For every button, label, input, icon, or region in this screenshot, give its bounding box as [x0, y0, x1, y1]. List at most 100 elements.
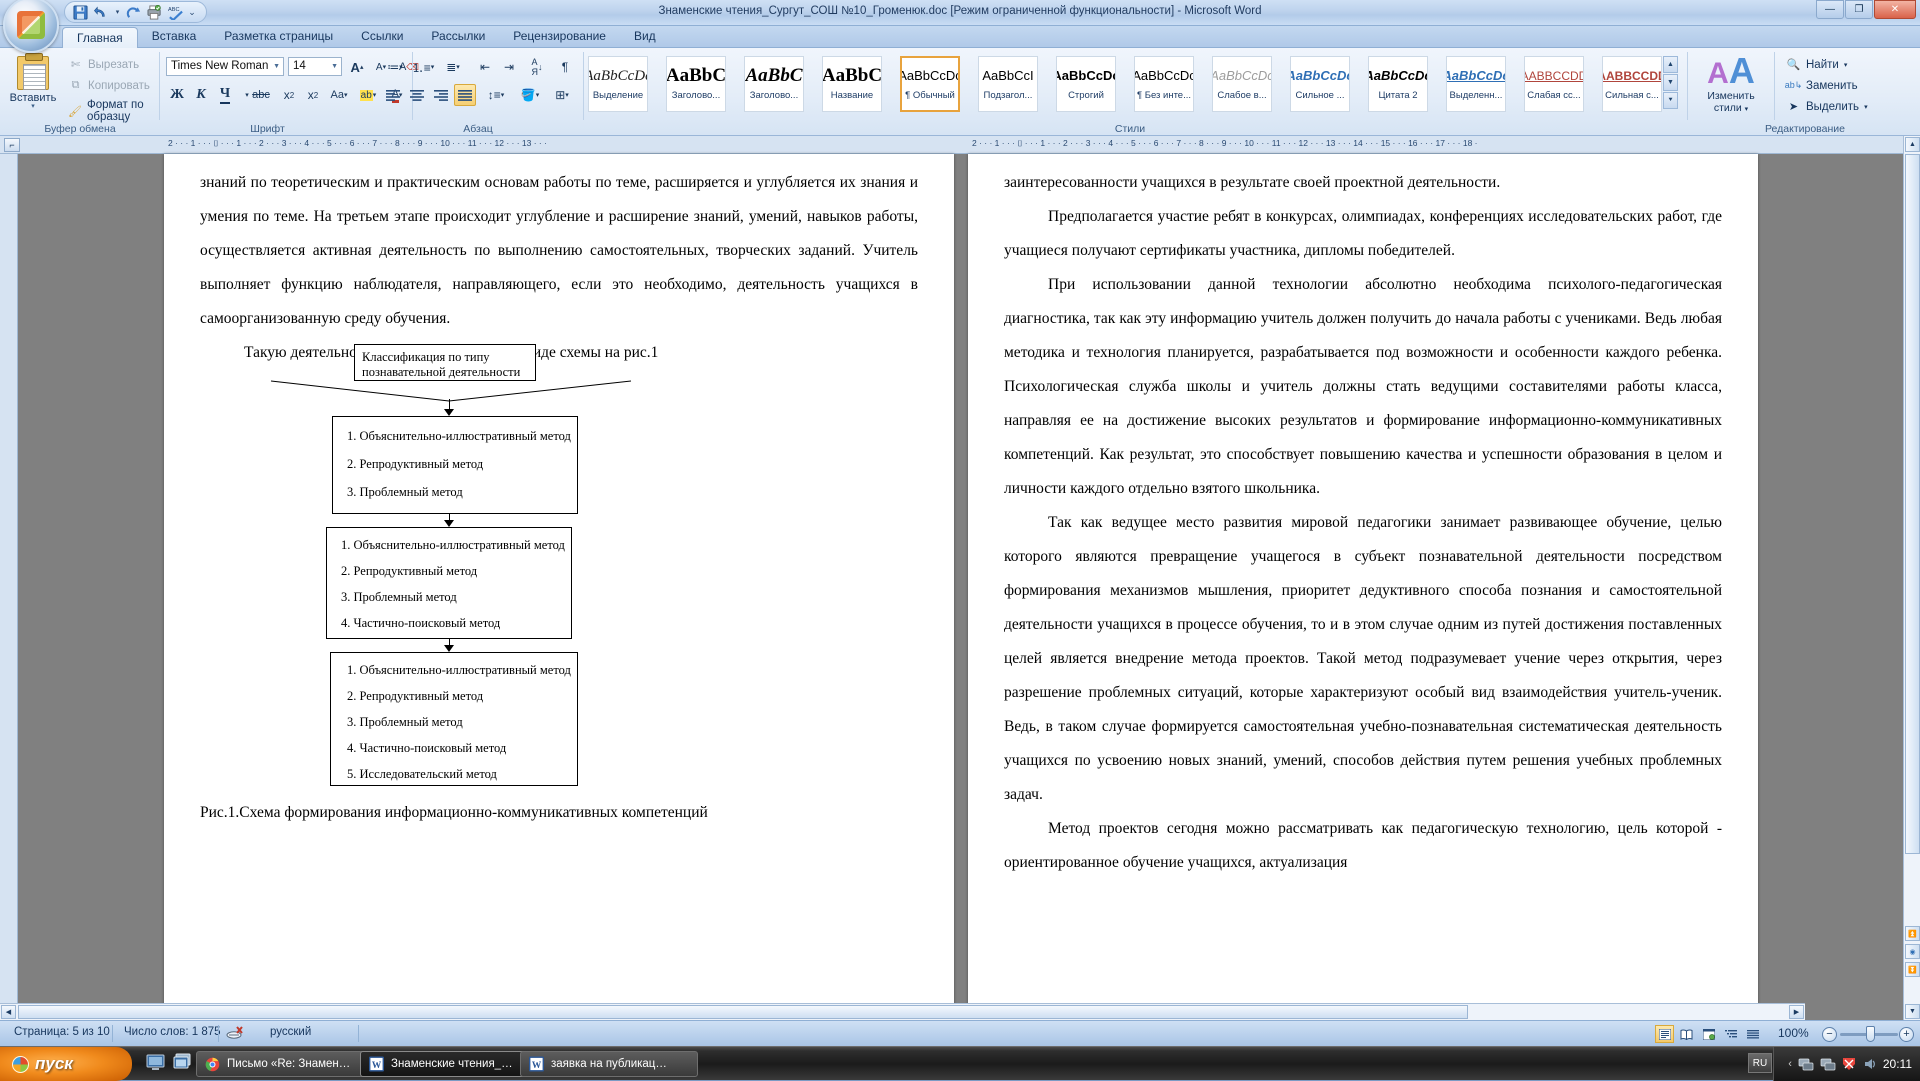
gallery-scroll-up-icon[interactable]: ▲ — [1663, 56, 1678, 73]
paste-button[interactable]: Вставить ▾ — [6, 54, 60, 120]
style-gallery-item-4[interactable]: AaBbCcDc¶ Обычный — [900, 56, 960, 112]
font-size-input[interactable]: 14 ▼ — [288, 57, 342, 76]
bold-button[interactable]: Ж — [166, 84, 188, 106]
change-styles-button[interactable]: AA Изменить стили ▾ — [1698, 56, 1764, 118]
taskbar-button-word-active[interactable]: W Знаменские чтения_… — [360, 1051, 542, 1077]
chevron-down-icon[interactable]: ▾ — [1844, 61, 1848, 69]
tab-home[interactable]: Главная — [62, 27, 138, 48]
horizontal-scroll-thumb[interactable] — [18, 1005, 1468, 1019]
style-gallery-item-3[interactable]: AaBbCНазвание — [822, 56, 882, 112]
justify-button[interactable] — [454, 84, 476, 106]
align-center-button[interactable] — [406, 84, 428, 106]
restore-button[interactable]: ❐ — [1845, 0, 1873, 19]
web-layout-view-button[interactable] — [1699, 1025, 1718, 1043]
vertical-scroll-thumb[interactable] — [1905, 154, 1920, 854]
clock[interactable]: 20:11 — [1883, 1057, 1912, 1071]
taskbar-button-mail[interactable]: Письмо «Re: Знамен… — [196, 1051, 376, 1077]
font-name-input[interactable]: Times New Roman ▼ — [166, 57, 284, 76]
chevron-down-icon[interactable]: ▾ — [1864, 103, 1868, 111]
gallery-more-icon[interactable]: ⯆ — [1663, 92, 1678, 109]
format-painter-button[interactable]: 🖌 Формат по образцу — [68, 99, 160, 123]
style-gallery-item-8[interactable]: AaBbCcDcСлабое в... — [1212, 56, 1272, 112]
proofing-errors-icon[interactable] — [226, 1026, 244, 1043]
word-count-status[interactable]: Число слов: 1 875 — [124, 1026, 221, 1038]
scroll-right-icon[interactable]: ▶ — [1789, 1005, 1804, 1019]
replace-button[interactable]: ab↳ Заменить — [1786, 78, 1858, 93]
full-screen-reading-view-button[interactable] — [1677, 1025, 1696, 1043]
chevron-down-icon[interactable]: ▼ — [331, 63, 338, 70]
chevron-down-icon[interactable]: ▾ — [1745, 106, 1749, 113]
scroll-down-icon[interactable]: ▼ — [1905, 1004, 1920, 1019]
undo-icon[interactable] — [92, 3, 111, 22]
vertical-scrollbar[interactable]: ▲ ⏫ ◉ ⏬ ▼ — [1903, 136, 1920, 1020]
bullets-button[interactable]: ≔▾ — [382, 56, 408, 78]
grow-font-button[interactable]: A▴ — [346, 56, 368, 78]
language-status[interactable]: русский — [270, 1026, 311, 1038]
tray-expand-icon[interactable]: ‹ — [1788, 1058, 1792, 1070]
print-preview-icon[interactable] — [145, 3, 164, 22]
style-gallery-item-6[interactable]: AaBbCcDcСтрогий — [1056, 56, 1116, 112]
text-highlight-button[interactable]: ab▾ — [356, 84, 380, 106]
tab-review[interactable]: Рецензирование — [499, 26, 620, 48]
tab-page-layout[interactable]: Разметка страницы — [210, 26, 347, 48]
page-number-status[interactable]: Страница: 5 из 10 — [14, 1026, 110, 1038]
redo-icon[interactable] — [124, 3, 143, 22]
scroll-left-icon[interactable]: ◀ — [1, 1005, 16, 1019]
start-button[interactable]: пуск — [0, 1047, 132, 1081]
spelling-check-icon[interactable]: ABC — [166, 3, 185, 22]
select-button[interactable]: ➤ Выделить ▾ — [1786, 99, 1868, 114]
style-gallery-item-10[interactable]: AaBbCcDcЦитата 2 — [1368, 56, 1428, 112]
customize-qat-icon[interactable]: ⌄ — [187, 3, 197, 22]
tab-mailings[interactable]: Рассылки — [417, 26, 499, 48]
change-case-button[interactable]: Aa▾ — [326, 84, 352, 106]
style-gallery-item-2[interactable]: AaBbCЗаголово... — [744, 56, 804, 112]
cut-button[interactable]: ✄ Вырезать — [68, 57, 139, 72]
zoom-level-label[interactable]: 100% — [1778, 1026, 1809, 1040]
style-gallery-item-0[interactable]: AaBbCcDcВыделение — [588, 56, 648, 112]
vertical-ruler[interactable] — [0, 154, 18, 1020]
horizontal-scrollbar[interactable]: ◀ ▶ — [0, 1003, 1805, 1020]
zoom-in-button[interactable]: + — [1899, 1027, 1914, 1042]
italic-button[interactable]: К — [190, 84, 212, 106]
decrease-indent-button[interactable]: ⇤ — [474, 56, 496, 78]
language-bar[interactable]: RU — [1748, 1053, 1772, 1073]
minimize-button[interactable]: — — [1816, 0, 1844, 19]
style-gallery-item-13[interactable]: AABBCCDDСильная с... — [1602, 56, 1662, 112]
style-gallery-item-5[interactable]: AaBbCcIПодзагол... — [978, 56, 1038, 112]
style-gallery-item-7[interactable]: AaBbCcDc¶ Без инте... — [1134, 56, 1194, 112]
show-desktop-icon[interactable] — [146, 1053, 165, 1072]
draft-view-button[interactable] — [1743, 1025, 1762, 1043]
style-gallery-item-12[interactable]: AABBCCDDСлабая сс... — [1524, 56, 1584, 112]
multilevel-list-button[interactable]: ≣▾ — [440, 56, 466, 78]
line-spacing-button[interactable]: ↕≡▾ — [482, 84, 510, 106]
align-right-button[interactable] — [430, 84, 452, 106]
switch-windows-icon[interactable] — [173, 1053, 192, 1072]
shading-button[interactable]: 🪣▾ — [516, 84, 544, 106]
tab-view[interactable]: Вид — [620, 26, 670, 48]
strikethrough-button[interactable]: abc — [250, 84, 272, 106]
zoom-slider-thumb[interactable] — [1866, 1026, 1875, 1042]
close-button[interactable]: ✕ — [1874, 0, 1916, 19]
paste-dropdown-icon[interactable]: ▾ — [31, 104, 35, 110]
document-page-left[interactable]: знаний по теоретическим и практическим о… — [164, 154, 954, 1014]
tab-insert[interactable]: Вставка — [138, 26, 211, 48]
gallery-scroll-down-icon[interactable]: ▼ — [1663, 74, 1678, 91]
style-gallery-item-9[interactable]: AaBbCcDcСильное ... — [1290, 56, 1350, 112]
chevron-down-icon[interactable]: ▼ — [273, 63, 280, 70]
tab-selector-button[interactable]: ⌐ — [4, 138, 20, 152]
horizontal-ruler[interactable]: ⌐ 2 · · · 1 · · · ⌷ · · · 1 · · · 2 · · … — [0, 136, 1920, 154]
superscript-button[interactable]: x2 — [302, 84, 324, 106]
copy-button[interactable]: ⧉ Копировать — [68, 78, 150, 93]
outline-view-button[interactable] — [1721, 1025, 1740, 1043]
select-browse-object-icon[interactable]: ◉ — [1905, 944, 1920, 959]
undo-dropdown-icon[interactable]: ▾ — [113, 3, 122, 22]
taskbar-button-zayavka[interactable]: W заявка на публикац… — [520, 1051, 698, 1077]
next-page-icon[interactable]: ⏬ — [1905, 962, 1920, 977]
previous-page-icon[interactable]: ⏫ — [1905, 926, 1920, 941]
document-page-right[interactable]: заинтересованности учащихся в результате… — [968, 154, 1758, 1014]
show-formatting-marks-button[interactable]: ¶ — [554, 56, 576, 78]
align-left-button[interactable] — [382, 84, 404, 106]
underline-button[interactable]: Ч — [214, 84, 236, 106]
find-button[interactable]: 🔍 Найти ▾ — [1786, 57, 1847, 72]
borders-button[interactable]: ⊞▾ — [548, 84, 576, 106]
